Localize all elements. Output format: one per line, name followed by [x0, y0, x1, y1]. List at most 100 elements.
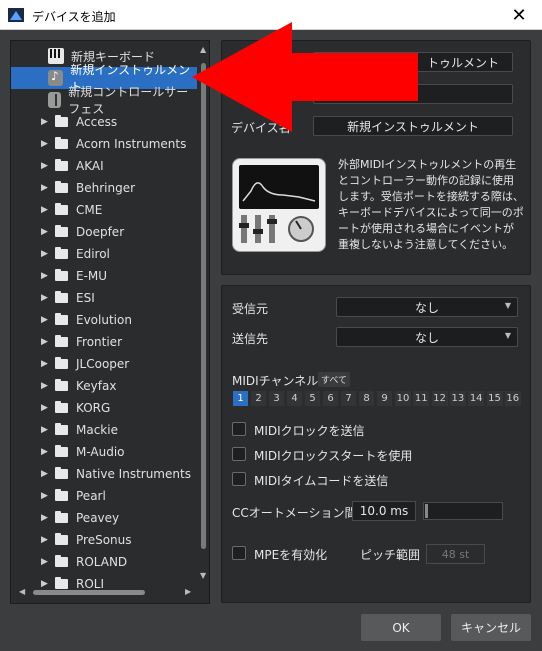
tree-item-label: M-Audio	[76, 445, 125, 459]
all-channels-button[interactable]: すべて	[318, 372, 351, 387]
tree-item-label: ROLAND	[76, 555, 128, 569]
scroll-down-icon[interactable]: ▼	[200, 571, 206, 580]
tree-folder-item[interactable]: ▶ Edirol	[11, 243, 197, 265]
scroll-right-icon[interactable]: ▶	[185, 587, 191, 596]
tree-folder-item[interactable]: ▶ E-MU	[11, 265, 197, 287]
folder-icon	[55, 313, 68, 325]
expand-arrow-icon[interactable]: ▶	[41, 227, 51, 237]
tree-folder-item[interactable]: ▶ Evolution	[11, 309, 197, 331]
tree-item-label: E-MU	[76, 269, 108, 283]
cc-interval-slider[interactable]	[423, 502, 503, 520]
cc-interval-label: CCオートメーション間隔	[232, 506, 369, 520]
expand-arrow-icon[interactable]: ▶	[41, 293, 51, 303]
tree-folder-item[interactable]: ▶ ROLAND	[11, 551, 197, 573]
midi-channel-button[interactable]: 7	[341, 391, 356, 406]
tree-folder-item[interactable]: ▶ Frontier	[11, 331, 197, 353]
folder-icon	[55, 291, 68, 303]
midi-channel-button[interactable]: 9	[377, 391, 392, 406]
tree-folder-item[interactable]: ▶ Mackie	[11, 419, 197, 441]
clock-start-checkbox[interactable]	[232, 447, 246, 461]
close-button[interactable]: ✕	[496, 0, 542, 30]
midi-channel-button[interactable]: 15	[486, 391, 503, 406]
close-icon: ✕	[511, 4, 527, 26]
tree-item-label: Peavey	[76, 511, 120, 525]
cc-interval-input[interactable]: 10.0 ms	[352, 501, 416, 521]
tree-folder-item[interactable]: ▶ M-Audio	[11, 441, 197, 463]
tree-folder-item[interactable]: ▶ Doepfer	[11, 221, 197, 243]
mpe-enable-checkbox[interactable]	[232, 546, 246, 560]
midi-channel-button[interactable]: 8	[359, 391, 374, 406]
midi-channel-button[interactable]: 12	[431, 391, 448, 406]
tree-folder-item[interactable]: ▶ Behringer	[11, 177, 197, 199]
expand-arrow-icon[interactable]: ▶	[41, 535, 51, 545]
expand-arrow-icon[interactable]: ▶	[41, 359, 51, 369]
expand-arrow-icon[interactable]: ▶	[41, 249, 51, 259]
expand-arrow-icon[interactable]: ▶	[41, 557, 51, 567]
control-surface-icon	[48, 92, 62, 108]
tree-folder-item[interactable]: ▶ Peavey	[11, 507, 197, 529]
tree-folder-item[interactable]: ▶ Native Instruments	[11, 463, 197, 485]
device-tree-panel: 新規キーボード 新規インストゥルメント 新規コントロールサーフェス ▶Acces…	[10, 40, 210, 604]
expand-arrow-icon[interactable]: ▶	[41, 183, 51, 193]
midi-channel-button[interactable]: 13	[449, 391, 466, 406]
expand-arrow-icon[interactable]: ▶	[41, 513, 51, 523]
tree-folder-item[interactable]: ▶ Keyfax	[11, 375, 197, 397]
midi-channel-button[interactable]: 3	[269, 391, 284, 406]
expand-arrow-icon[interactable]: ▶	[41, 271, 51, 281]
send-timecode-label: MIDIタイムコードを送信	[254, 474, 389, 488]
chevron-down-icon: ▼	[504, 331, 511, 340]
tree-folder-item[interactable]: ▶ KORG	[11, 397, 197, 419]
tree-folder-item[interactable]: ▶ ESI	[11, 287, 197, 309]
expand-arrow-icon[interactable]: ▶	[41, 139, 51, 149]
expand-arrow-icon[interactable]: ▶	[41, 315, 51, 325]
midi-channel-button[interactable]: 5	[305, 391, 320, 406]
midi-channel-button[interactable]: 4	[287, 391, 302, 406]
expand-arrow-icon[interactable]: ▶	[41, 161, 51, 171]
tree-folder-item[interactable]: ▶ Access	[11, 111, 197, 133]
tree-folder-item[interactable]: ▶ Pearl	[11, 485, 197, 507]
tree-folder-item[interactable]: ▶ AKAI	[11, 155, 197, 177]
scrollbar-thumb[interactable]	[33, 590, 145, 595]
expand-arrow-icon[interactable]: ▶	[41, 337, 51, 347]
expand-arrow-icon[interactable]: ▶	[41, 403, 51, 413]
send-to-dropdown[interactable]: なし ▼	[336, 327, 518, 347]
midi-channel-button[interactable]: 10	[395, 391, 411, 406]
scroll-left-icon[interactable]: ◀	[19, 587, 25, 596]
instrument-icon	[48, 69, 64, 86]
folder-icon	[55, 489, 68, 501]
expand-arrow-icon[interactable]: ▶	[41, 469, 51, 479]
cancel-button[interactable]: キャンセル	[451, 614, 531, 641]
send-clock-checkbox[interactable]	[232, 422, 246, 436]
tree-item-label: Frontier	[76, 335, 123, 349]
pitch-range-input[interactable]: 48 st	[426, 544, 485, 564]
send-timecode-checkbox[interactable]	[232, 472, 246, 486]
expand-arrow-icon[interactable]: ▶	[41, 425, 51, 435]
midi-channel-button[interactable]: 1	[233, 391, 248, 406]
midi-channel-button[interactable]: 11	[413, 391, 430, 406]
receive-from-dropdown[interactable]: なし ▼	[336, 297, 518, 317]
midi-channel-button[interactable]: 16	[504, 391, 521, 406]
slider-handle[interactable]	[425, 504, 428, 518]
expand-arrow-icon[interactable]: ▶	[41, 205, 51, 215]
device-type-value: トゥルメント	[426, 55, 499, 70]
expand-arrow-icon[interactable]: ▶	[41, 381, 51, 391]
ok-button[interactable]: OK	[361, 614, 441, 641]
send-to-label: 送信先	[232, 332, 269, 346]
tree-item-label: Mackie	[76, 423, 118, 437]
tree-folder-item[interactable]: ▶ PreSonus	[11, 529, 197, 551]
horizontal-scrollbar[interactable]: ◀ ▶	[15, 587, 195, 599]
expand-arrow-icon[interactable]: ▶	[41, 117, 51, 127]
receive-from-label: 受信元	[232, 302, 269, 316]
tree-folder-item[interactable]: ▶ CME	[11, 199, 197, 221]
tree-folder-item[interactable]: ▶ JLCooper	[11, 353, 197, 375]
midi-channel-button[interactable]: 6	[323, 391, 338, 406]
expand-arrow-icon[interactable]: ▶	[41, 491, 51, 501]
expand-arrow-icon[interactable]: ▶	[41, 447, 51, 457]
tree-folder-item[interactable]: ▶ Acorn Instruments	[11, 133, 197, 155]
folder-icon	[55, 225, 68, 237]
midi-channel-button[interactable]: 2	[251, 391, 266, 406]
window-title: デバイスを追加	[32, 10, 116, 24]
midi-channel-button[interactable]: 14	[468, 391, 485, 406]
cc-interval-value: 10.0 ms	[359, 504, 409, 518]
tree-item-new-control-surface[interactable]: 新規コントロールサーフェス	[11, 85, 197, 116]
